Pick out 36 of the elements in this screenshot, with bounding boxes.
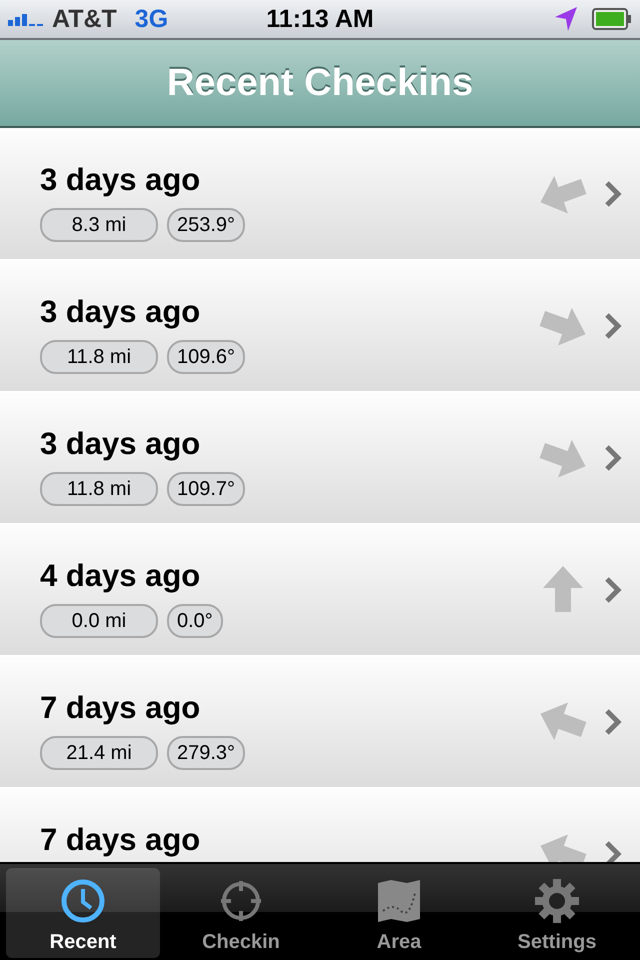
chevron-icon [604, 312, 622, 340]
tab-button[interactable]: Recent [6, 868, 160, 958]
signal-icon [8, 12, 46, 26]
tab-button[interactable]: Area [322, 868, 476, 958]
screen-title: Recent Checkins [166, 62, 474, 104]
clock-time: 11:13 AM [266, 4, 374, 32]
distance-badge: 8.3 mi [40, 208, 158, 242]
bearing-badge: 279.3° [167, 736, 246, 770]
clock-icon [59, 877, 107, 925]
distance-badge: 11.8 mi [40, 472, 158, 506]
checkin-time: 7 days ago [40, 822, 202, 858]
checkin-time: 3 days ago [40, 294, 202, 330]
bearing-badge: 109.7° [167, 472, 246, 506]
map-icon [375, 877, 423, 925]
distance-badge: 0.0 mi [40, 604, 158, 638]
checkin-time: 3 days ago [40, 426, 202, 462]
tab-button[interactable]: Checkin [164, 868, 318, 958]
bearing-badge: 109.6° [167, 340, 246, 374]
chevron-icon [604, 708, 622, 736]
chevron-icon [604, 444, 622, 472]
checkin-time: 4 days ago [40, 558, 202, 594]
checkin-time: 7 days ago [40, 690, 202, 726]
distance-badge: 21.4 mi [40, 736, 158, 770]
settings-icon [533, 877, 581, 925]
chevron-icon [604, 180, 622, 208]
network-type: 3G [134, 4, 168, 34]
chevron-icon [604, 840, 622, 862]
battery-icon [592, 8, 632, 30]
chevron-icon [604, 576, 622, 604]
bearing-badge: 0.0° [167, 604, 223, 638]
checkin-time: 3 days ago [40, 162, 202, 198]
bearing-badge: 253.9° [167, 208, 246, 242]
location-icon [554, 6, 578, 32]
tab-button[interactable]: Settings [480, 868, 634, 958]
distance-badge: 11.8 mi [40, 340, 158, 374]
carrier-name: AT&T [52, 4, 117, 34]
